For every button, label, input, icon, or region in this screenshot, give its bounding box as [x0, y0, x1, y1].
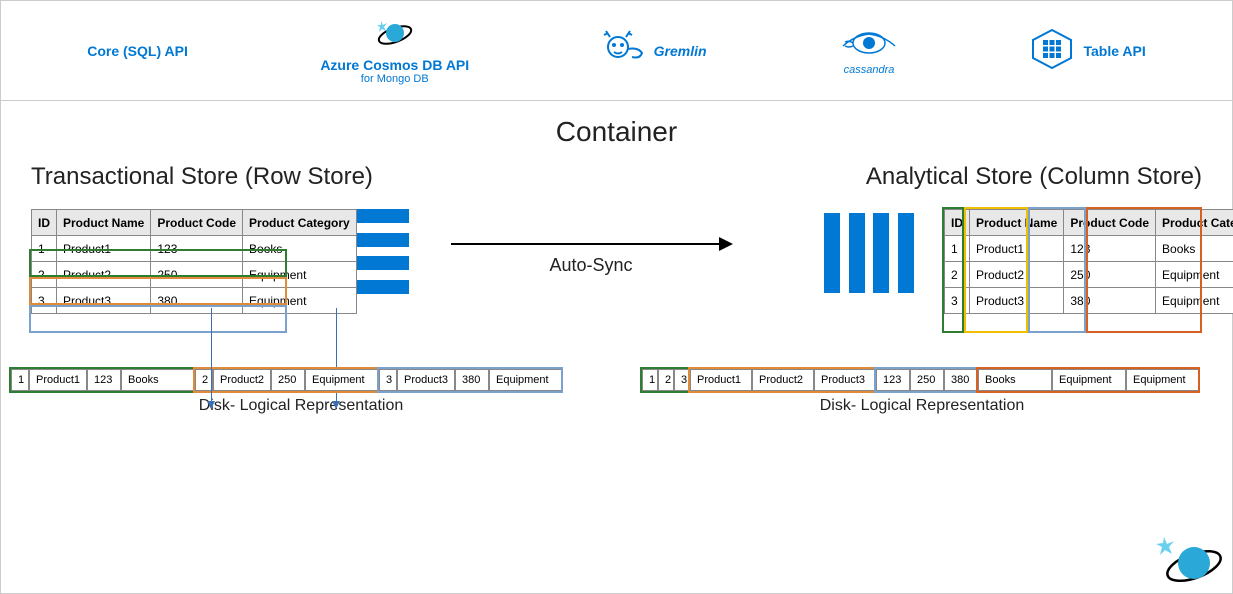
- td: 3: [32, 288, 57, 314]
- disk-row-left: 1Product1123Books2Product2250Equipment3P…: [11, 369, 591, 391]
- analytical-store: Analytical Store (Column Store) ID Produ…: [642, 158, 1202, 415]
- td: 3: [945, 288, 970, 314]
- th-id: ID: [32, 210, 57, 236]
- api-bar: Core (SQL) API Azure Cosmos DB API for M…: [1, 1, 1232, 101]
- th-code: Product Code: [151, 210, 243, 236]
- arrow-line: [451, 243, 731, 245]
- disk-right: 123Product1Product2Product3123250380Book…: [642, 369, 1202, 415]
- disk-cell: 2: [658, 369, 674, 391]
- api-cassandra: cassandra: [839, 26, 899, 76]
- th-name: Product Name: [970, 210, 1064, 236]
- th-cat: Product Category: [243, 210, 357, 236]
- row-table-wrap: ID Product Name Product Code Product Cat…: [31, 209, 289, 314]
- disk-cell: 250: [271, 369, 305, 391]
- col-table-wrap: ID Product Name Product Code Product Cat…: [944, 209, 1202, 314]
- disk-left: 1Product1123Books2Product2250Equipment3P…: [11, 369, 591, 415]
- disk-cell: Books: [978, 369, 1052, 391]
- cosmos-icon: [375, 17, 415, 53]
- container-title: Container: [1, 116, 1232, 148]
- cassandra-icon: [839, 26, 899, 60]
- td: Books: [1156, 236, 1233, 262]
- th-cat: Product Category: [1156, 210, 1233, 236]
- disk-cell: 3: [674, 369, 690, 391]
- cosmos-corner-logo: [1154, 531, 1224, 591]
- disk-cell: 3: [379, 369, 397, 391]
- td: Equipment: [1156, 262, 1233, 288]
- td: Product3: [57, 288, 151, 314]
- api-sublabel: for Mongo DB: [361, 73, 429, 85]
- td: Equipment: [1156, 288, 1233, 314]
- api-gremlin: Gremlin: [602, 29, 707, 73]
- disk-cell: Equipment: [1126, 369, 1200, 391]
- th-code: Product Code: [1064, 210, 1156, 236]
- td: 2: [945, 262, 970, 288]
- store-title-right: Analytical Store (Column Store): [642, 163, 1202, 191]
- disk-cell: Product3: [814, 369, 876, 391]
- td: Books: [243, 236, 357, 262]
- api-label: Core (SQL) API: [87, 43, 188, 59]
- api-core-sql: Core (SQL) API: [87, 43, 188, 59]
- store-title-left: Transactional Store (Row Store): [31, 163, 591, 191]
- td: Product2: [970, 262, 1064, 288]
- disk-cell: 123: [876, 369, 910, 391]
- disk-row-right: 123Product1Product2Product3123250380Book…: [642, 369, 1202, 391]
- td: 1: [945, 236, 970, 262]
- disk-cell: 380: [455, 369, 489, 391]
- disk-cell: Equipment: [1052, 369, 1126, 391]
- th-id: ID: [945, 210, 970, 236]
- td: Equipment: [243, 262, 357, 288]
- api-label: cassandra: [844, 64, 895, 76]
- disk-cell: Books: [121, 369, 195, 391]
- api-table: Table API: [1031, 28, 1145, 74]
- sync-arrow: Auto-Sync: [451, 213, 731, 276]
- api-cosmos-mongo: Azure Cosmos DB API for Mongo DB: [320, 17, 469, 85]
- disk-cell: Product1: [690, 369, 752, 391]
- disk-cell: 380: [944, 369, 978, 391]
- td: 123: [1064, 236, 1156, 262]
- disk-cell: 1: [642, 369, 658, 391]
- th-name: Product Name: [57, 210, 151, 236]
- disk-cell: Product3: [397, 369, 455, 391]
- disk-label-right: Disk- Logical Representation: [642, 397, 1202, 415]
- td: Product1: [57, 236, 151, 262]
- disk-cell: Equipment: [305, 369, 379, 391]
- down-arrow-left: [336, 308, 337, 408]
- api-label: Table API: [1083, 43, 1145, 59]
- arrow-label: Auto-Sync: [451, 255, 731, 276]
- gremlin-icon: [602, 29, 646, 69]
- td: 123: [151, 236, 243, 262]
- td: 380: [151, 288, 243, 314]
- disk-cell: 123: [87, 369, 121, 391]
- disk-cell: Product2: [213, 369, 271, 391]
- api-label: Azure Cosmos DB API: [320, 57, 469, 73]
- transactional-store: Transactional Store (Row Store) ID Produ…: [31, 158, 591, 415]
- disk-cell: 1: [11, 369, 29, 391]
- disk-label-left: Disk- Logical Representation: [11, 397, 591, 415]
- disk-cell: 250: [910, 369, 944, 391]
- td: 380: [1064, 288, 1156, 314]
- td: Equipment: [243, 288, 357, 314]
- disk-cell: Product1: [29, 369, 87, 391]
- col-bars-icon: [824, 209, 914, 294]
- td: 250: [1064, 262, 1156, 288]
- td: 2: [32, 262, 57, 288]
- down-arrow-right: [211, 308, 212, 408]
- td: Product2: [57, 262, 151, 288]
- td: Product3: [970, 288, 1064, 314]
- row-table: ID Product Name Product Code Product Cat…: [31, 209, 357, 314]
- api-label: Gremlin: [654, 43, 707, 59]
- disk-cell: Product2: [752, 369, 814, 391]
- table-icon: [1031, 28, 1073, 70]
- td: 1: [32, 236, 57, 262]
- disk-cell: Equipment: [489, 369, 563, 391]
- td: Product1: [970, 236, 1064, 262]
- stores-area: Transactional Store (Row Store) ID Produ…: [1, 158, 1232, 415]
- td: 250: [151, 262, 243, 288]
- col-table: ID Product Name Product Code Product Cat…: [944, 209, 1233, 314]
